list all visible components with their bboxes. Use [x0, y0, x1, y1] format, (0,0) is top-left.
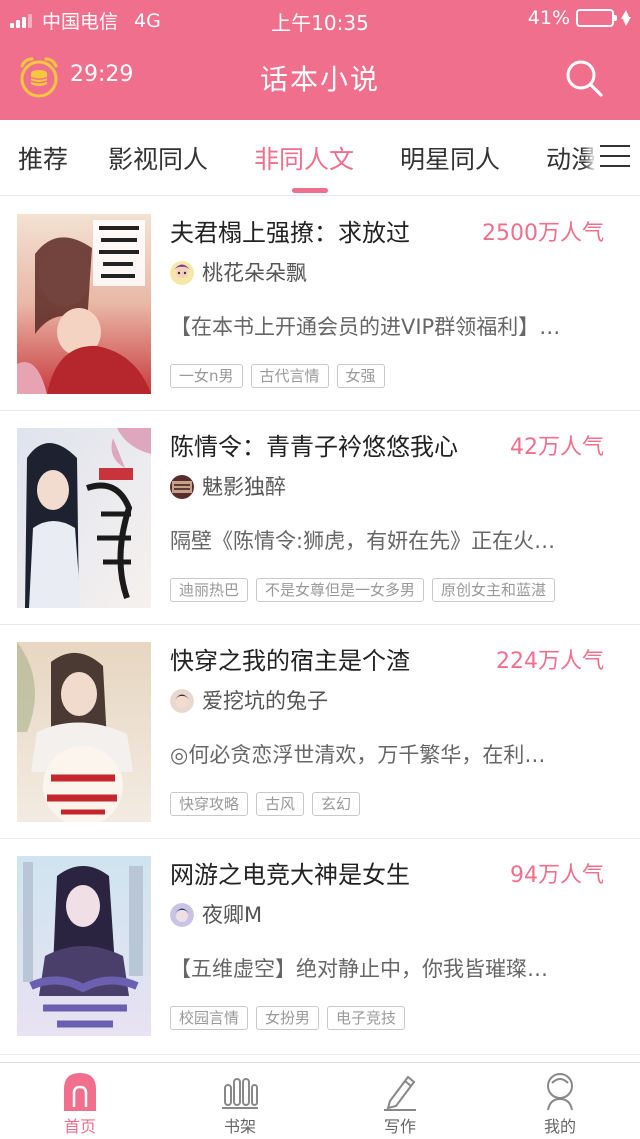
author-avatar: [170, 689, 194, 713]
tag[interactable]: 女扮男: [256, 1006, 320, 1030]
tabbar-label: 我的: [543, 1117, 576, 1136]
book-title: 网游之电竞大神是女生: [170, 861, 410, 889]
author-avatar: [170, 261, 194, 285]
bookshelf-icon: [222, 1078, 258, 1109]
tabbar-label: 书架: [223, 1117, 256, 1136]
book-cover: [17, 856, 151, 1036]
author-name: 魅影独醉: [202, 475, 286, 499]
tabbar-label: 首页: [63, 1117, 96, 1136]
book-description: 隔壁《陈情令:狮虎，有妍在先》正在火…: [170, 529, 556, 553]
pen-icon: [384, 1075, 416, 1111]
book-cover: [17, 642, 151, 822]
book-item[interactable]: 快穿之我的宿主是个渣 224万人气 爱挖坑的兔子 ◎何必贪恋浮世清欢，万千繁华，…: [0, 625, 640, 839]
page-title: 话本小说: [259, 63, 380, 96]
book-cover: [17, 214, 151, 394]
category-tabs: 推荐 影视同人 非同人文 明星同人 动漫: [0, 120, 640, 196]
book-tags: 校园言情 女扮男 电子竞技: [170, 1006, 406, 1030]
tab-recommend[interactable]: 推荐: [18, 140, 68, 176]
tab-fade: [584, 134, 596, 178]
battery-icon: [576, 9, 617, 27]
book-title: 快穿之我的宿主是个渣: [170, 647, 410, 675]
charging-icon: [620, 10, 631, 26]
tag[interactable]: 原创女主和蓝湛: [432, 578, 556, 602]
tag[interactable]: 一女n男: [170, 364, 243, 388]
search-icon[interactable]: [564, 58, 604, 98]
menu-icon[interactable]: [600, 144, 630, 168]
tag[interactable]: 不是女尊但是一女多男: [256, 578, 425, 602]
nav-bar: 29:29 话本小说: [0, 36, 640, 120]
profile-icon: [547, 1073, 573, 1111]
tabbar-home[interactable]: 首页: [30, 1063, 130, 1139]
book-item[interactable]: 网游之电竞大神是女生 94万人气 夜卿M 【五维虚空】绝对静止中，你我皆璀璨… …: [0, 839, 640, 1055]
tabbar-label: 写作: [383, 1117, 416, 1136]
author-avatar: [170, 903, 194, 927]
active-tab-indicator: [292, 188, 328, 193]
tab-celebrity-fanfic[interactable]: 明星同人: [400, 140, 500, 176]
battery-percent: 41%: [527, 7, 570, 29]
book-popularity: 42万人气: [510, 435, 604, 460]
tab-film-fanfic[interactable]: 影视同人: [108, 140, 208, 176]
book-title: 陈情令：青青子衿悠悠我心: [170, 433, 458, 461]
book-popularity: 224万人气: [496, 649, 604, 674]
author-avatar: [170, 475, 194, 499]
author-name: 桃花朵朵飘: [202, 261, 307, 285]
author-name: 夜卿M: [202, 903, 263, 927]
status-bar: 中国电信 4G 上午10:35 41%: [0, 0, 640, 36]
book-description: 【在本书上开通会员的进VIP群领福利】…: [170, 315, 561, 339]
tabbar-me[interactable]: 我的: [510, 1063, 610, 1139]
book-item[interactable]: 夫君榻上强撩：求放过 2500万人气 桃花朵朵飘 【在本书上开通会员的进VIP群…: [0, 197, 640, 411]
book-popularity: 94万人气: [510, 863, 604, 888]
book-title: 夫君榻上强撩：求放过: [170, 219, 410, 247]
tag[interactable]: 校园言情: [170, 1006, 249, 1030]
tag[interactable]: 古风: [256, 792, 305, 816]
book-tags: 迪丽热巴 不是女尊但是一女多男 原创女主和蓝湛: [170, 578, 556, 602]
tag[interactable]: 迪丽热巴: [170, 578, 249, 602]
author-name: 爱挖坑的兔子: [202, 689, 328, 713]
book-description: ◎何必贪恋浮世清欢，万千繁华，在利…: [170, 743, 546, 767]
tag[interactable]: 快穿攻略: [170, 792, 249, 816]
status-right: 41%: [527, 7, 631, 29]
tag[interactable]: 女强: [336, 364, 385, 388]
book-cover: [17, 428, 151, 608]
tabbar-bookshelf[interactable]: 书架: [190, 1063, 290, 1139]
home-icon: [64, 1073, 96, 1111]
book-tags: 快穿攻略 古风 玄幻: [170, 792, 361, 816]
tag[interactable]: 古代言情: [250, 364, 329, 388]
book-item[interactable]: 陈情令：青青子衿悠悠我心 42万人气 魅影独醉 隔壁《陈情令:狮虎，有妍在先》正…: [0, 411, 640, 625]
book-popularity: 2500万人气: [482, 221, 604, 246]
tag[interactable]: 电子竞技: [327, 1006, 406, 1030]
book-description: 【五维虚空】绝对静止中，你我皆璀璨…: [170, 957, 548, 981]
tag[interactable]: 玄幻: [312, 792, 361, 816]
tab-original[interactable]: 非同人文: [254, 140, 354, 176]
bottom-tab-bar: 首页 书架 写作 我的: [0, 1062, 640, 1139]
book-tags: 一女n男 古代言情 女强: [170, 364, 385, 388]
tabbar-write[interactable]: 写作: [350, 1063, 450, 1139]
app-header: 中国电信 4G 上午10:35 41% 29:29 话本小说: [0, 0, 640, 120]
